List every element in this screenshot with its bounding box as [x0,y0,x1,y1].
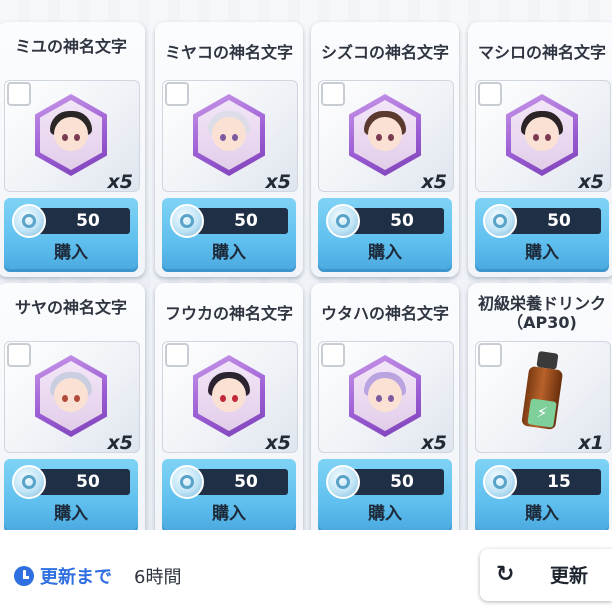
select-checkbox[interactable] [7,343,31,367]
currency-coin-icon [170,204,204,238]
item-title: マシロの神名文字 [477,42,606,62]
buy-button[interactable]: 50 購入 [318,198,452,272]
shop-item-grid: ミユの神名文字 x5 50 購入 ミヤコの神名文字 x5 50 購入 シズコの神… [0,0,612,530]
character-hexagon-icon [506,94,578,176]
character-hexagon-icon [349,355,421,437]
character-hexagon-icon [35,94,107,176]
item-title: サヤの神名文字 [14,298,127,317]
item-title: ミユの神名文字 [14,37,127,56]
currency-coin-icon [326,465,360,499]
select-checkbox[interactable] [321,343,345,367]
buy-button[interactable]: 50 購入 [475,198,609,272]
refresh-icon: ↻ [496,562,515,587]
character-hexagon-icon [193,94,265,176]
refresh-time-remaining: 6時間 [134,567,182,588]
buy-label: 購入 [525,504,559,524]
buy-label: 購入 [368,504,402,524]
refresh-button-label: 更新 [550,565,589,587]
shop-item-card: ウタハの神名文字 x5 50 購入 [311,283,459,530]
item-quantity: x5 [421,432,447,454]
shop-item-card: フウカの神名文字 x5 50 購入 [155,283,303,530]
buy-button[interactable]: 50 購入 [4,459,138,530]
item-image-frame[interactable]: x5 [318,80,454,193]
shop-item-card: ミヤコの神名文字 x5 50 購入 [155,22,303,277]
item-title: ミヤコの神名文字 [164,42,293,62]
clock-icon [14,566,34,586]
currency-coin-icon [483,204,517,238]
select-checkbox[interactable] [321,82,345,106]
shop-item-card: サヤの神名文字 x5 50 購入 [0,283,145,530]
currency-coin-icon [326,204,360,238]
currency-coin-icon [12,465,46,499]
item-image-frame[interactable]: x5 [162,80,298,193]
item-image-frame[interactable]: x5 [4,80,140,193]
shop-item-card: マシロの神名文字 x5 50 購入 [468,22,612,277]
item-image-frame[interactable]: x5 [4,341,140,454]
item-quantity: x1 [578,432,604,454]
currency-coin-icon [483,465,517,499]
character-hexagon-icon [349,94,421,176]
buy-label: 購入 [54,243,88,263]
item-title: ウタハの神名文字 [320,303,449,323]
energy-drink-bottle-icon: ⚡ [519,350,568,435]
item-title: シズコの神名文字 [320,42,449,62]
select-checkbox[interactable] [165,82,189,106]
refresh-until-label: 更新まで [40,567,112,588]
refresh-button[interactable]: ↻ 更新 [480,549,612,601]
buy-button[interactable]: 15 購入 [475,459,609,530]
buy-button[interactable]: 50 購入 [318,459,452,530]
item-title: フウカの神名文字 [164,303,293,323]
buy-label: 購入 [368,243,402,263]
currency-coin-icon [170,465,204,499]
currency-coin-icon [12,204,46,238]
buy-label: 購入 [212,504,246,524]
buy-button[interactable]: 50 購入 [162,459,296,530]
buy-button[interactable]: 50 購入 [162,198,296,272]
select-checkbox[interactable] [478,82,502,106]
select-checkbox[interactable] [478,343,502,367]
select-checkbox[interactable] [165,343,189,367]
buy-button[interactable]: 50 購入 [4,198,138,272]
item-quantity: x5 [578,171,604,193]
select-checkbox[interactable] [7,82,31,106]
item-quantity: x5 [107,432,133,454]
buy-label: 購入 [54,504,88,524]
shop-item-card: ミユの神名文字 x5 50 購入 [0,22,145,277]
item-quantity: x5 [265,171,291,193]
shop-item-card: 初級栄養ドリンク（AP30) ⚡ x1 15 購入 [468,283,612,530]
item-image-frame[interactable]: x5 [162,341,298,454]
character-hexagon-icon [35,355,107,437]
buy-label: 購入 [525,243,559,263]
shop-item-card: シズコの神名文字 x5 50 購入 [311,22,459,277]
item-image-frame[interactable]: ⚡ x1 [475,341,611,454]
item-quantity: x5 [107,171,133,193]
item-image-frame[interactable]: x5 [475,80,611,193]
item-title: 初級栄養ドリンク（AP30) [477,294,606,332]
item-quantity: x5 [265,432,291,454]
item-image-frame[interactable]: x5 [318,341,454,454]
item-quantity: x5 [421,171,447,193]
buy-label: 購入 [212,243,246,263]
character-hexagon-icon [193,355,265,437]
